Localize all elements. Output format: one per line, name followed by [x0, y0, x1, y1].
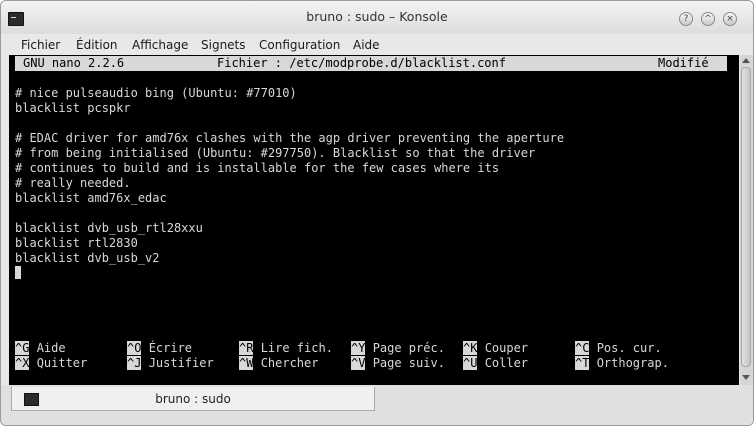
shortcut-pos-cur: ^C Pos. cur.: [575, 341, 662, 355]
file-content[interactable]: # nice pulseaudio bing (Ubuntu: #77010) …: [15, 86, 564, 266]
nano-version: GNU nano 2.2.6: [23, 56, 125, 70]
menu-fichier[interactable]: Fichier: [21, 38, 60, 52]
title-bar[interactable]: bruno : sudo – Konsole ? ^ ×: [1, 1, 753, 34]
help-icon[interactable]: ?: [679, 12, 693, 26]
shortcut-quitter: ^X Quitter: [15, 356, 88, 370]
shortcut-page-suiv: ^V Page suiv.: [351, 356, 445, 370]
menu-bar: Fichier Édition Affichage Signets Config…: [1, 34, 753, 56]
vertical-scrollbar[interactable]: [740, 55, 753, 385]
tab-bruno-sudo[interactable]: bruno : sudo: [11, 387, 375, 411]
konsole-window: bruno : sudo – Konsole ? ^ × Fichier Édi…: [0, 0, 754, 426]
menu-affichage[interactable]: Affichage: [132, 38, 188, 52]
shortcut-orthograp: ^T Orthograp.: [575, 356, 669, 370]
menu-signets[interactable]: Signets: [201, 38, 246, 52]
shortcut-ecrire: ^O Écrire: [127, 341, 193, 355]
nano-title-bar: GNU nano 2.2.6 Fichier : /etc/modprobe.d…: [15, 56, 727, 71]
menu-edition[interactable]: Édition: [76, 38, 118, 52]
terminal-area[interactable]: GNU nano 2.2.6 Fichier : /etc/modprobe.d…: [9, 55, 739, 385]
nano-modified-status: Modifié: [658, 56, 709, 70]
scroll-up-icon[interactable]: [742, 58, 750, 63]
window-title: bruno : sudo – Konsole: [306, 9, 448, 24]
shortcut-coller: ^U Coller: [463, 356, 529, 370]
shortcut-couper: ^K Couper: [463, 341, 529, 355]
menu-configuration[interactable]: Configuration: [259, 38, 340, 52]
shortcut-aide: ^G Aide: [15, 341, 66, 355]
shortcut-lire-fich: ^R Lire fich.: [239, 341, 333, 355]
text-cursor: [15, 266, 21, 279]
nano-filename: Fichier : /etc/modprobe.d/blacklist.conf: [217, 56, 506, 70]
shortcut-chercher: ^W Chercher: [239, 356, 319, 370]
close-icon[interactable]: ×: [723, 12, 737, 26]
shortcut-page-prec: ^Y Page préc.: [351, 341, 445, 355]
tab-label: bruno : sudo: [155, 392, 231, 406]
scrollbar-thumb[interactable]: [741, 67, 751, 367]
minimize-icon[interactable]: ^: [701, 12, 715, 26]
shortcut-justifier: ^J Justifier: [127, 356, 214, 370]
scroll-down-icon[interactable]: [742, 375, 750, 380]
tab-bar: bruno : sudo: [1, 385, 753, 425]
menu-aide[interactable]: Aide: [353, 38, 380, 52]
